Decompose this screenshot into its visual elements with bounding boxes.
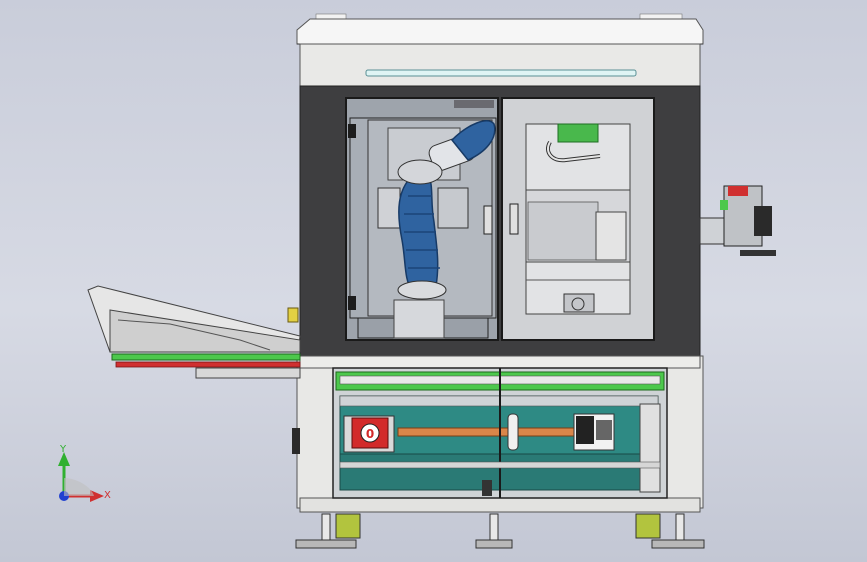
x-axis-label: X — [104, 490, 111, 501]
upper-cabinet — [299, 85, 701, 357]
left-feeder-assembly — [87, 285, 301, 379]
coordinate-triad: Y X — [58, 444, 111, 502]
machine-model[interactable]: 0 Y X — [0, 0, 867, 562]
cad-viewport[interactable]: 0 Y X — [0, 0, 867, 562]
y-axis-label: Y — [59, 444, 67, 455]
right-side-module — [699, 185, 776, 256]
upper-frame-band — [299, 43, 701, 87]
emergency-stop-button[interactable]: 0 — [351, 417, 389, 449]
machine-top-cap — [296, 13, 704, 45]
leveling-feet — [295, 513, 705, 549]
estop-label: 0 — [366, 427, 374, 441]
